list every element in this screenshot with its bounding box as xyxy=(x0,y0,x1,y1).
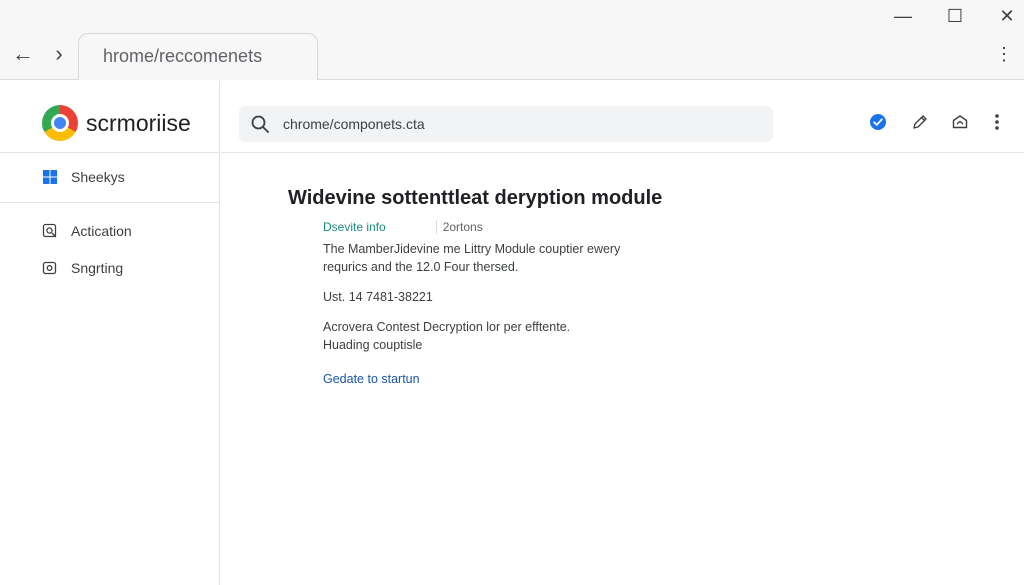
browser-menu-button[interactable]: ⋮ xyxy=(994,40,1014,68)
browser-tab[interactable]: hrome/reccomenets xyxy=(78,33,318,80)
sidebar-item-label: Sheekys xyxy=(71,169,125,185)
sidebar-divider xyxy=(0,152,220,153)
maximize-icon: ☐ xyxy=(946,5,964,26)
close-icon: ✕ xyxy=(999,5,1015,26)
extension-button[interactable] xyxy=(948,112,972,136)
search-bar[interactable] xyxy=(239,106,773,142)
back-button[interactable]: ← xyxy=(9,40,37,68)
extension-icon xyxy=(951,113,969,136)
sidebar-item-actication[interactable]: Actication xyxy=(42,219,132,243)
module-version: Ust. 14 7481-38221 xyxy=(323,290,433,304)
more-vert-icon xyxy=(994,113,1000,136)
module-description-line-2: requrics and the 12.0 Four thersed. xyxy=(323,260,519,274)
module-description-line-1: The MamberJidevine me Littry Module coup… xyxy=(323,242,621,256)
forward-button[interactable]: › xyxy=(45,40,73,68)
edit-button[interactable] xyxy=(908,112,932,136)
meta-row: Dsevite info 2ortons xyxy=(323,220,483,234)
close-button[interactable]: ✕ xyxy=(995,4,1019,28)
back-arrow-icon: ← xyxy=(12,41,34,66)
module-status-line-2: Huading couptisle xyxy=(323,338,423,352)
verified-check-icon xyxy=(869,113,887,136)
sidebar-item-sngrting[interactable]: Sngrting xyxy=(42,256,123,280)
sidebar: scrmoriise Sheekys Actication Sngrting xyxy=(0,81,220,585)
sidebar-item-sheekys[interactable]: Sheekys xyxy=(42,165,125,189)
verified-button[interactable] xyxy=(866,112,890,136)
more-vert-icon: ⋮ xyxy=(995,43,1013,64)
device-info-link[interactable]: Dsevite info xyxy=(323,220,386,234)
search-input[interactable] xyxy=(283,116,743,132)
minimize-icon: — xyxy=(894,5,912,26)
more-options-button[interactable] xyxy=(985,112,1009,136)
sidebar-item-label: Sngrting xyxy=(71,260,124,276)
forward-chevron-icon: › xyxy=(55,41,63,66)
browser-top-bar: — ☐ ✕ ← › hrome/reccomenets ⋮ xyxy=(0,0,1024,80)
sidebar-item-label: Actication xyxy=(71,223,132,239)
settings-icon xyxy=(42,260,58,276)
windows-icon xyxy=(42,169,58,185)
main-header xyxy=(221,81,1024,153)
edit-pencil-icon xyxy=(911,113,929,136)
meta-options: 2ortons xyxy=(442,220,483,234)
module-status-line-1: Acrovera Contest Decryption lor per efft… xyxy=(323,320,571,334)
brand-name: scrmoriise xyxy=(86,109,191,136)
search-icon xyxy=(249,113,271,135)
tab-title: hrome/reccomenets xyxy=(103,46,263,66)
update-link[interactable]: Gedate to startun xyxy=(323,372,420,386)
meta-divider xyxy=(435,220,437,234)
page-title: Widevine sottenttleat deryption module xyxy=(288,187,663,209)
minimize-button[interactable]: — xyxy=(891,4,915,28)
brand: scrmoriise xyxy=(42,105,191,141)
maximize-button[interactable]: ☐ xyxy=(943,4,967,28)
activation-icon xyxy=(42,223,58,239)
chrome-logo-icon xyxy=(42,105,78,141)
sidebar-divider xyxy=(0,202,220,203)
